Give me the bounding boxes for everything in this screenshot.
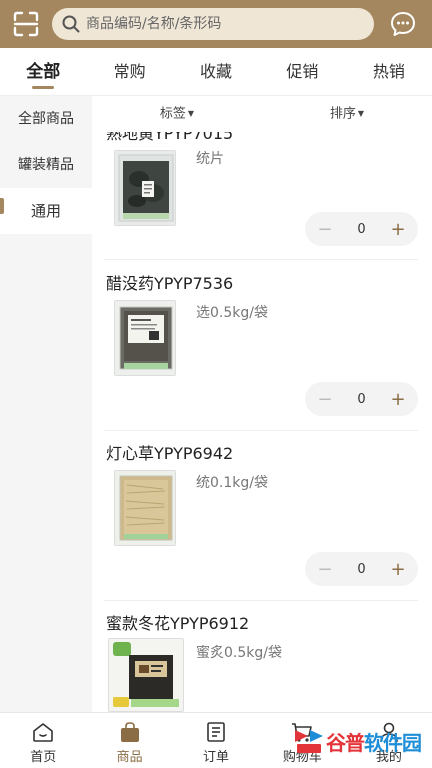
product-name: 醋没药YPYP7536 (106, 274, 234, 293)
watermark-logo-icon (295, 730, 323, 753)
quantity-value[interactable]: 0 (357, 562, 365, 577)
category-sidebar: 全部商品 罐装精品 通用 (0, 96, 92, 712)
tab-hot-sales[interactable]: 热销 (346, 48, 432, 95)
product-image[interactable] (108, 638, 184, 712)
caret-down-icon: ▼ (357, 109, 365, 118)
watermark-text-blue: 软件园 (364, 730, 422, 755)
search-input[interactable] (86, 16, 356, 32)
tab-favorites[interactable]: 收藏 (173, 48, 259, 95)
sidebar-item-general[interactable]: 通用 (0, 188, 92, 234)
quantity-stepper[interactable]: − 0 + (305, 552, 418, 586)
tab-promotions[interactable]: 促销 (259, 48, 345, 95)
product-image[interactable] (114, 470, 176, 546)
nav-home-label: 首页 (30, 750, 57, 765)
sidebar-item-all-products[interactable]: 全部商品 (0, 96, 92, 142)
plus-button[interactable]: + (388, 219, 408, 240)
product-name: 蜜款冬花YPYP6912 (106, 614, 250, 633)
search-bar[interactable] (52, 8, 374, 40)
bag-icon (120, 722, 139, 742)
product-spec: 统0.1kg/袋 (196, 475, 268, 491)
product-image[interactable] (114, 150, 176, 226)
tag-filter[interactable]: 标签 ▼ (92, 96, 262, 132)
product-name: 熟地黄YPYP7015 (106, 132, 234, 143)
divider (104, 259, 418, 260)
nav-products-label: 商品 (116, 750, 143, 765)
product-image[interactable] (114, 300, 176, 376)
message-icon[interactable] (390, 11, 416, 37)
filter-bar: 标签 ▼ 排序 ▼ (92, 96, 432, 132)
quantity-value[interactable]: 0 (357, 392, 365, 407)
plus-button[interactable]: + (388, 559, 408, 580)
search-icon (62, 15, 80, 33)
quantity-value[interactable]: 0 (357, 222, 365, 237)
divider (104, 600, 418, 601)
product-spec: 蜜炙0.5kg/袋 (196, 645, 282, 661)
watermark-text: 谷普软件园 (326, 727, 422, 756)
sort-filter-label: 排序 (329, 106, 356, 122)
quantity-stepper[interactable]: − 0 + (305, 382, 418, 416)
product-spec: 选0.5kg/袋 (196, 305, 268, 321)
quantity-stepper[interactable]: − 0 + (305, 212, 418, 246)
product-name: 灯心草YPYP6942 (106, 444, 234, 463)
home-icon (33, 723, 54, 742)
minus-button[interactable]: − (315, 559, 335, 580)
nav-orders[interactable]: 订单 (173, 713, 259, 768)
tab-all[interactable]: 全部 (0, 48, 86, 95)
plus-button[interactable]: + (388, 389, 408, 410)
tag-filter-label: 标签 (159, 106, 186, 122)
watermark-text-red: 谷普 (326, 730, 365, 755)
top-header (0, 0, 432, 48)
caret-down-icon: ▼ (187, 109, 195, 118)
sort-filter[interactable]: 排序 ▼ (262, 96, 432, 132)
minus-button[interactable]: − (315, 219, 335, 240)
order-icon (207, 722, 225, 742)
nav-home[interactable]: 首页 (0, 713, 86, 768)
tab-frequent[interactable]: 常购 (86, 48, 172, 95)
watermark: 谷普软件园 (292, 724, 426, 758)
product-list: 熟地黄YPYP7015 统片 − 0 + 醋没药YPYP7536 选0.5kg/… (92, 132, 432, 712)
scan-icon[interactable] (12, 10, 40, 38)
category-tabs: 全部 常购 收藏 促销 热销 (0, 48, 432, 96)
sidebar-item-canned-premium[interactable]: 罐装精品 (0, 142, 92, 188)
nav-orders-label: 订单 (203, 750, 230, 765)
nav-products[interactable]: 商品 (86, 713, 172, 768)
product-spec: 统片 (196, 151, 224, 167)
minus-button[interactable]: − (315, 389, 335, 410)
divider (104, 430, 418, 431)
